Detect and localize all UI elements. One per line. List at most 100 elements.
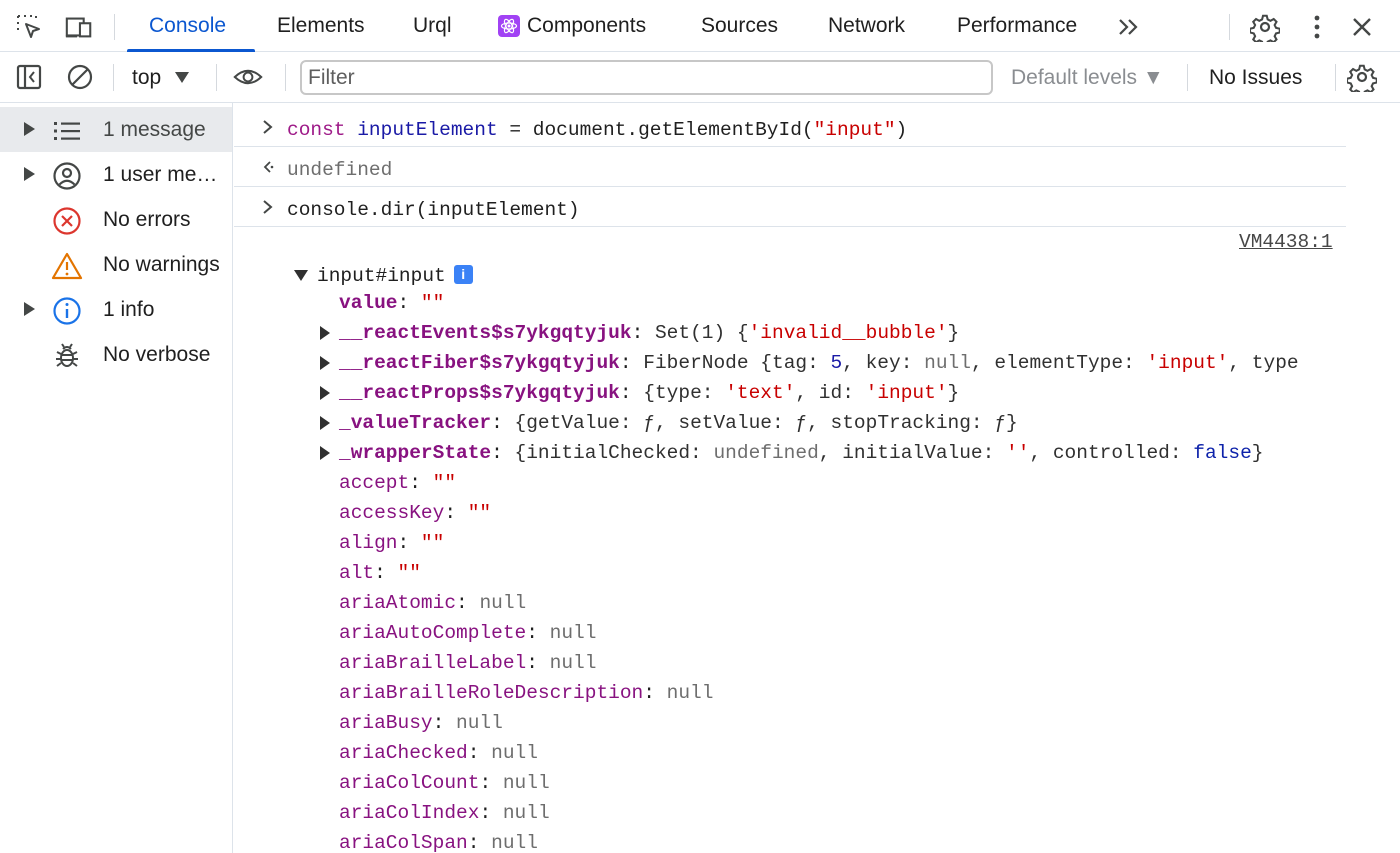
collapse-arrow-icon[interactable]: [294, 270, 308, 281]
more-tabs-icon[interactable]: [1114, 12, 1144, 42]
property-entry: _valueTracker: {getValue: ƒ, setValue: ƒ…: [339, 408, 1018, 438]
source-link[interactable]: VM4438:1: [1239, 231, 1333, 253]
property-value: "": [432, 472, 457, 494]
keyword: const: [287, 119, 346, 141]
expand-arrow-icon[interactable]: [24, 302, 35, 316]
issues-button[interactable]: No Issues: [1209, 52, 1302, 103]
tab-label: Urql: [413, 14, 452, 37]
property-value: null: [924, 352, 971, 374]
tab-console[interactable]: Console: [149, 0, 226, 52]
property-key: alt: [339, 562, 375, 584]
property-key: ariaBrailleRoleDescription: [339, 682, 644, 704]
property-value: ƒ: [795, 412, 808, 434]
expand-arrow-icon[interactable]: [320, 326, 330, 340]
close-icon[interactable]: [1347, 12, 1377, 42]
property-value: null: [502, 772, 550, 794]
tab-network[interactable]: Network: [828, 0, 905, 52]
tab-label: Components: [527, 14, 647, 37]
property-entry: ariaBusy: null: [339, 708, 503, 738]
property-value: 'invalid__bubble': [748, 322, 948, 344]
live-expression-eye-icon[interactable]: [233, 62, 263, 92]
property-entry: ariaColCount: null: [339, 768, 550, 798]
property-key: __reactEvents$s7ykgqtyjuk: [339, 322, 632, 344]
sidebar-item-label: 1 user me…: [103, 163, 218, 186]
property-entry: ariaChecked: null: [339, 738, 538, 768]
sidebar-item-label: No verbose: [103, 343, 211, 366]
react-icon: [498, 15, 520, 37]
sidebar-item-info[interactable]: 1 info: [0, 287, 232, 332]
separator: :: [619, 352, 644, 374]
property-value: ƒ: [994, 412, 1007, 434]
property-value: }: [1006, 412, 1018, 434]
property-entry: align: "": [339, 528, 444, 558]
sidebar-item-user-messages[interactable]: 1 user me…: [0, 152, 232, 197]
property-entry: accept: "": [339, 468, 456, 498]
console-settings-gear-icon[interactable]: [1347, 62, 1377, 92]
tab-label: Console: [149, 14, 227, 37]
sidebar-item-errors[interactable]: No errors: [0, 197, 232, 242]
property-value: "": [467, 502, 492, 524]
divider: [1335, 64, 1336, 91]
info-icon: [50, 294, 84, 328]
expand-arrow-icon[interactable]: [320, 386, 330, 400]
separator: :: [526, 652, 550, 674]
sidebar-item-verbose[interactable]: No verbose: [0, 332, 232, 377]
property-entry: ariaAtomic: null: [339, 588, 526, 618]
expand-arrow-icon[interactable]: [320, 416, 330, 430]
filter-input[interactable]: [300, 60, 993, 95]
console-input-line: const inputElement = document.getElement…: [234, 107, 1346, 147]
separator: :: [491, 412, 515, 434]
info-badge-icon[interactable]: i: [453, 265, 473, 284]
property-entry: __reactEvents$s7ykgqtyjuk: Set(1) {'inva…: [339, 318, 959, 348]
sidebar-item-messages[interactable]: 1 message: [0, 107, 232, 152]
tab-elements[interactable]: Elements: [277, 0, 365, 52]
tab-components[interactable]: Components: [498, 0, 646, 52]
settings-gear-icon[interactable]: [1250, 12, 1280, 42]
more-options-icon[interactable]: [1302, 12, 1332, 42]
sidebar-item-warnings[interactable]: No warnings: [0, 242, 232, 287]
console-command[interactable]: console.dir(inputElement): [287, 187, 580, 234]
property-value: }: [947, 322, 960, 344]
property-entry: __reactFiber$s7ykgqtyjuk: FiberNode {tag…: [339, 348, 1299, 378]
console-output: const inputElement = document.getElement…: [234, 103, 1400, 853]
tab-performance[interactable]: Performance: [957, 0, 1077, 52]
separator: :: [374, 562, 398, 584]
expand-arrow-icon[interactable]: [24, 122, 35, 136]
tab-urql[interactable]: Urql: [413, 0, 452, 52]
property-value: , type: [1228, 352, 1299, 374]
warning-icon: [50, 249, 84, 283]
sidebar-toggle-icon[interactable]: [14, 62, 44, 92]
property-value: ƒ: [643, 412, 655, 434]
property-value: false: [1193, 442, 1252, 464]
sidebar-item-label: 1 message: [103, 118, 206, 141]
property-key: align: [339, 532, 398, 554]
separator: :: [456, 592, 480, 614]
context-selector[interactable]: top: [132, 52, 190, 103]
property-entry: ariaBrailleRoleDescription: null: [339, 678, 713, 708]
property-value: }: [947, 382, 960, 404]
property-value: null: [549, 652, 597, 674]
variable: inputElement: [357, 119, 498, 141]
input-prompt-icon: [263, 200, 273, 214]
separator: :: [444, 502, 468, 524]
expand-arrow-icon[interactable]: [24, 167, 35, 181]
property-entry: alt: "": [339, 558, 421, 588]
property-value: null: [456, 712, 503, 734]
property-value: , stopTracking:: [807, 412, 995, 434]
input-prompt-icon: [263, 120, 273, 134]
tab-sources[interactable]: Sources: [701, 0, 778, 52]
expand-arrow-icon[interactable]: [320, 446, 330, 460]
property-value: , elementType:: [970, 352, 1147, 374]
log-levels-dropdown[interactable]: Default levels ▼: [1011, 52, 1164, 103]
inspect-element-icon[interactable]: [14, 12, 44, 42]
expand-arrow-icon[interactable]: [320, 356, 330, 370]
property-value: null: [479, 592, 527, 614]
separator: :: [467, 742, 492, 764]
node-label: input#input: [317, 265, 446, 287]
clear-console-icon[interactable]: [65, 62, 95, 92]
property-value: {initialChecked:: [514, 442, 714, 464]
property-entry: ariaBrailleLabel: null: [339, 648, 596, 678]
device-toolbar-icon[interactable]: [64, 12, 94, 42]
tab-label: Performance: [957, 14, 1078, 37]
dom-node-title[interactable]: input#input i: [317, 261, 473, 291]
